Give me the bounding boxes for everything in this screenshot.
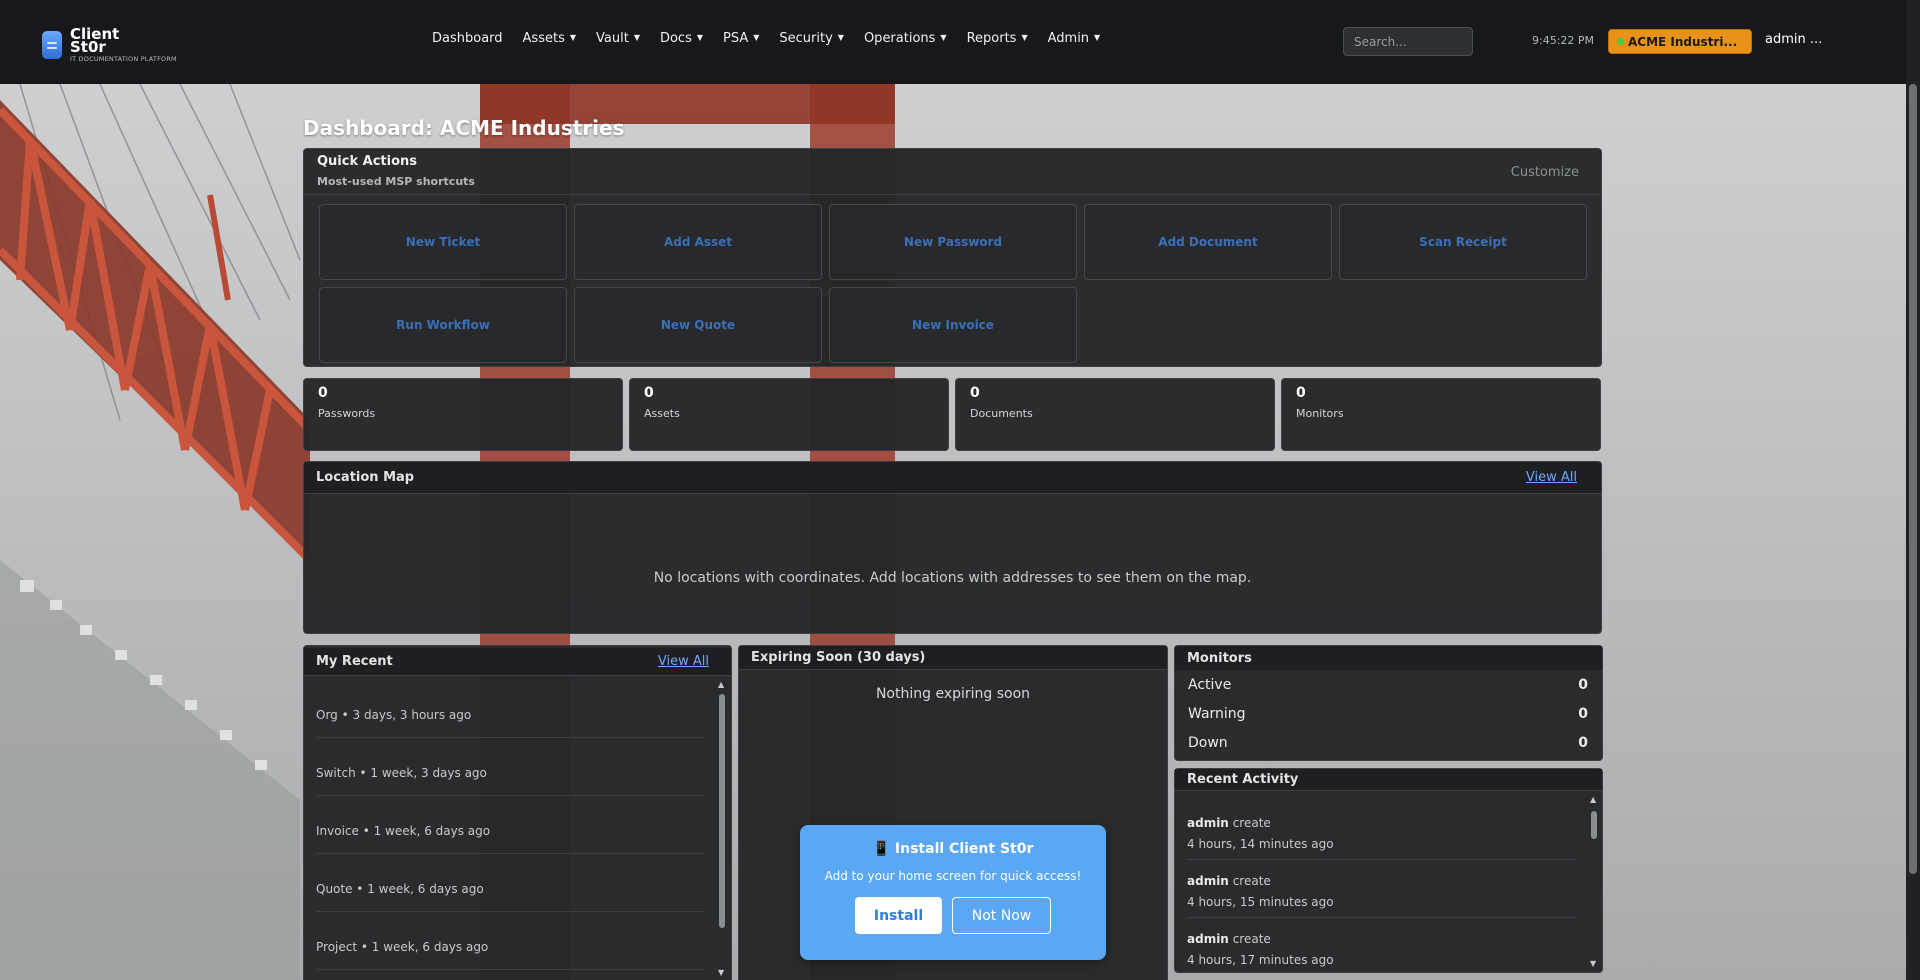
quick-actions-title: Quick Actions	[317, 154, 418, 169]
nav-security[interactable]: Security ▼	[779, 31, 844, 46]
activity-item[interactable]: admin create 4 hours, 15 minutes ago	[1187, 860, 1576, 918]
scroll-down-icon: ▼	[1590, 959, 1597, 968]
install-prompt-title: 📱 Install Client St0r	[872, 841, 1034, 857]
scroll-up-icon: ▲	[718, 680, 725, 689]
my-recent-view-all-link[interactable]: View All	[658, 654, 709, 669]
page-scrollbar[interactable]	[1906, 0, 1920, 980]
my-recent-card: My Recent View All Org • 3 days, 3 hours…	[303, 645, 732, 980]
nav-psa[interactable]: PSA ▼	[723, 31, 759, 46]
my-recent-list: Org • 3 days, 3 hours ago Switch • 1 wee…	[304, 680, 716, 980]
brand-tagline: IT DOCUMENTATION PLATFORM	[70, 55, 177, 63]
recent-activity-title: Recent Activity	[1187, 772, 1299, 787]
location-map-empty-message: No locations with coordinates. Add locat…	[653, 570, 1252, 586]
install-prompt-message: Add to your home screen for quick access…	[824, 869, 1082, 883]
nav-vault[interactable]: Vault ▼	[596, 31, 640, 46]
nav-assets[interactable]: Assets ▼	[523, 31, 576, 46]
run-workflow-button[interactable]: Run Workflow	[319, 287, 567, 363]
add-asset-button[interactable]: Add Asset	[574, 204, 822, 280]
stat-value: 0	[644, 385, 654, 401]
list-item[interactable]: Invoice • 1 week, 6 days ago	[316, 796, 704, 854]
brand[interactable]: Client St0r IT DOCUMENTATION PLATFORM	[42, 25, 177, 63]
chevron-down-icon: ▼	[837, 33, 844, 42]
scroll-up-icon: ▲	[1590, 795, 1597, 804]
new-ticket-button[interactable]: New Ticket	[319, 204, 567, 280]
new-password-button[interactable]: New Password	[829, 204, 1077, 280]
list-item[interactable]: Org • 3 days, 3 hours ago	[316, 680, 704, 738]
stat-value: 0	[318, 385, 328, 401]
expiring-soon-title: Expiring Soon (30 days)	[751, 650, 926, 665]
stat-card-passwords[interactable]: 0 Passwords	[303, 378, 623, 451]
install-button[interactable]: Install	[855, 897, 942, 934]
list-item[interactable]: Switch • 1 week, 3 days ago	[316, 738, 704, 796]
chevron-down-icon: ▼	[940, 33, 947, 42]
recent-activity-scrollbar[interactable]: ▲ ▼	[1588, 795, 1600, 971]
page-title: Dashboard: ACME Industries	[303, 116, 625, 140]
chevron-down-icon: ▼	[569, 33, 576, 42]
chevron-down-icon: ▼	[696, 33, 704, 42]
install-app-prompt: 📱 Install Client St0r Add to your home s…	[800, 825, 1106, 960]
nav-admin[interactable]: Admin ▼	[1048, 31, 1101, 46]
monitor-row-down: Down 0	[1188, 734, 1588, 751]
stat-card-documents[interactable]: 0 Documents	[955, 378, 1275, 451]
monitors-title: Monitors	[1187, 650, 1252, 666]
nav-reports[interactable]: Reports ▼	[967, 31, 1028, 46]
main-nav: Dashboard Assets ▼ Vault ▼ Docs ▼ PSA ▼ Secu…	[432, 31, 1120, 46]
chevron-down-icon: ▼	[1094, 33, 1101, 42]
scroll-down-icon: ▼	[718, 968, 725, 977]
recent-activity-card: Recent Activity admin create 4 hours, 14…	[1174, 768, 1603, 973]
expiring-empty-message: Nothing expiring soon	[875, 686, 1031, 702]
status-dot-icon	[1617, 38, 1624, 45]
monitors-card: Monitors Active 0 Warning 0 Down 0	[1174, 645, 1603, 761]
new-invoice-button[interactable]: New Invoice	[829, 287, 1077, 363]
stat-value: 0	[970, 385, 980, 401]
activity-item[interactable]: admin create 4 hours, 17 minutes ago	[1187, 918, 1576, 972]
clock: 9:45:22 PM	[1532, 34, 1595, 47]
top-navbar: Client St0r IT DOCUMENTATION PLATFORM Da…	[0, 0, 1906, 84]
list-item[interactable]: Project • 1 week, 6 days ago	[316, 912, 704, 970]
stat-label: Documents	[970, 407, 1033, 420]
user-menu[interactable]: admin ...	[1765, 32, 1822, 47]
list-item[interactable]: Quote • 1 week, 6 days ago	[316, 854, 704, 912]
add-document-button[interactable]: Add Document	[1084, 204, 1332, 280]
chevron-down-icon: ▼	[1021, 33, 1028, 42]
stat-label: Monitors	[1296, 407, 1344, 420]
nav-docs[interactable]: Docs ▼	[660, 31, 703, 46]
stat-card-monitors[interactable]: 0 Monitors	[1281, 378, 1601, 451]
customize-button[interactable]: Customize	[1511, 165, 1579, 180]
quick-actions-subtitle: Most-used MSP shortcuts	[317, 175, 475, 188]
nav-dashboard[interactable]: Dashboard	[432, 31, 503, 46]
my-recent-scrollbar[interactable]: ▲ ▼	[716, 678, 728, 978]
location-map-title: Location Map	[316, 470, 415, 485]
monitor-row-active: Active 0	[1188, 676, 1588, 693]
search-input[interactable]	[1343, 27, 1473, 56]
nav-operations[interactable]: Operations ▼	[864, 31, 947, 46]
stat-card-assets[interactable]: 0 Assets	[629, 378, 949, 451]
stat-value: 0	[1296, 385, 1306, 401]
new-quote-button[interactable]: New Quote	[574, 287, 822, 363]
scan-receipt-button[interactable]: Scan Receipt	[1339, 204, 1587, 280]
location-map-card: Location Map View All No locations with …	[303, 461, 1602, 634]
chevron-down-icon: ▼	[633, 33, 640, 42]
chevron-down-icon: ▼	[753, 33, 760, 42]
stat-label: Passwords	[318, 407, 376, 420]
not-now-button[interactable]: Not Now	[952, 897, 1051, 934]
stat-label: Assets	[644, 407, 680, 420]
monitor-row-warning: Warning 0	[1188, 705, 1588, 722]
org-switcher-button[interactable]: ACME Industri...	[1608, 29, 1752, 54]
location-map-view-all-link[interactable]: View All	[1526, 470, 1577, 485]
brand-name: Client St0r	[70, 25, 120, 56]
my-recent-title: My Recent	[316, 654, 393, 669]
phone-icon: 📱	[872, 841, 891, 857]
brand-logo-icon	[42, 31, 62, 60]
activity-item[interactable]: admin create 4 hours, 14 minutes ago	[1187, 802, 1576, 860]
recent-activity-list: admin create 4 hours, 14 minutes ago adm…	[1175, 802, 1588, 972]
quick-actions-card: Quick Actions Most-used MSP shortcuts Cu…	[303, 148, 1602, 367]
